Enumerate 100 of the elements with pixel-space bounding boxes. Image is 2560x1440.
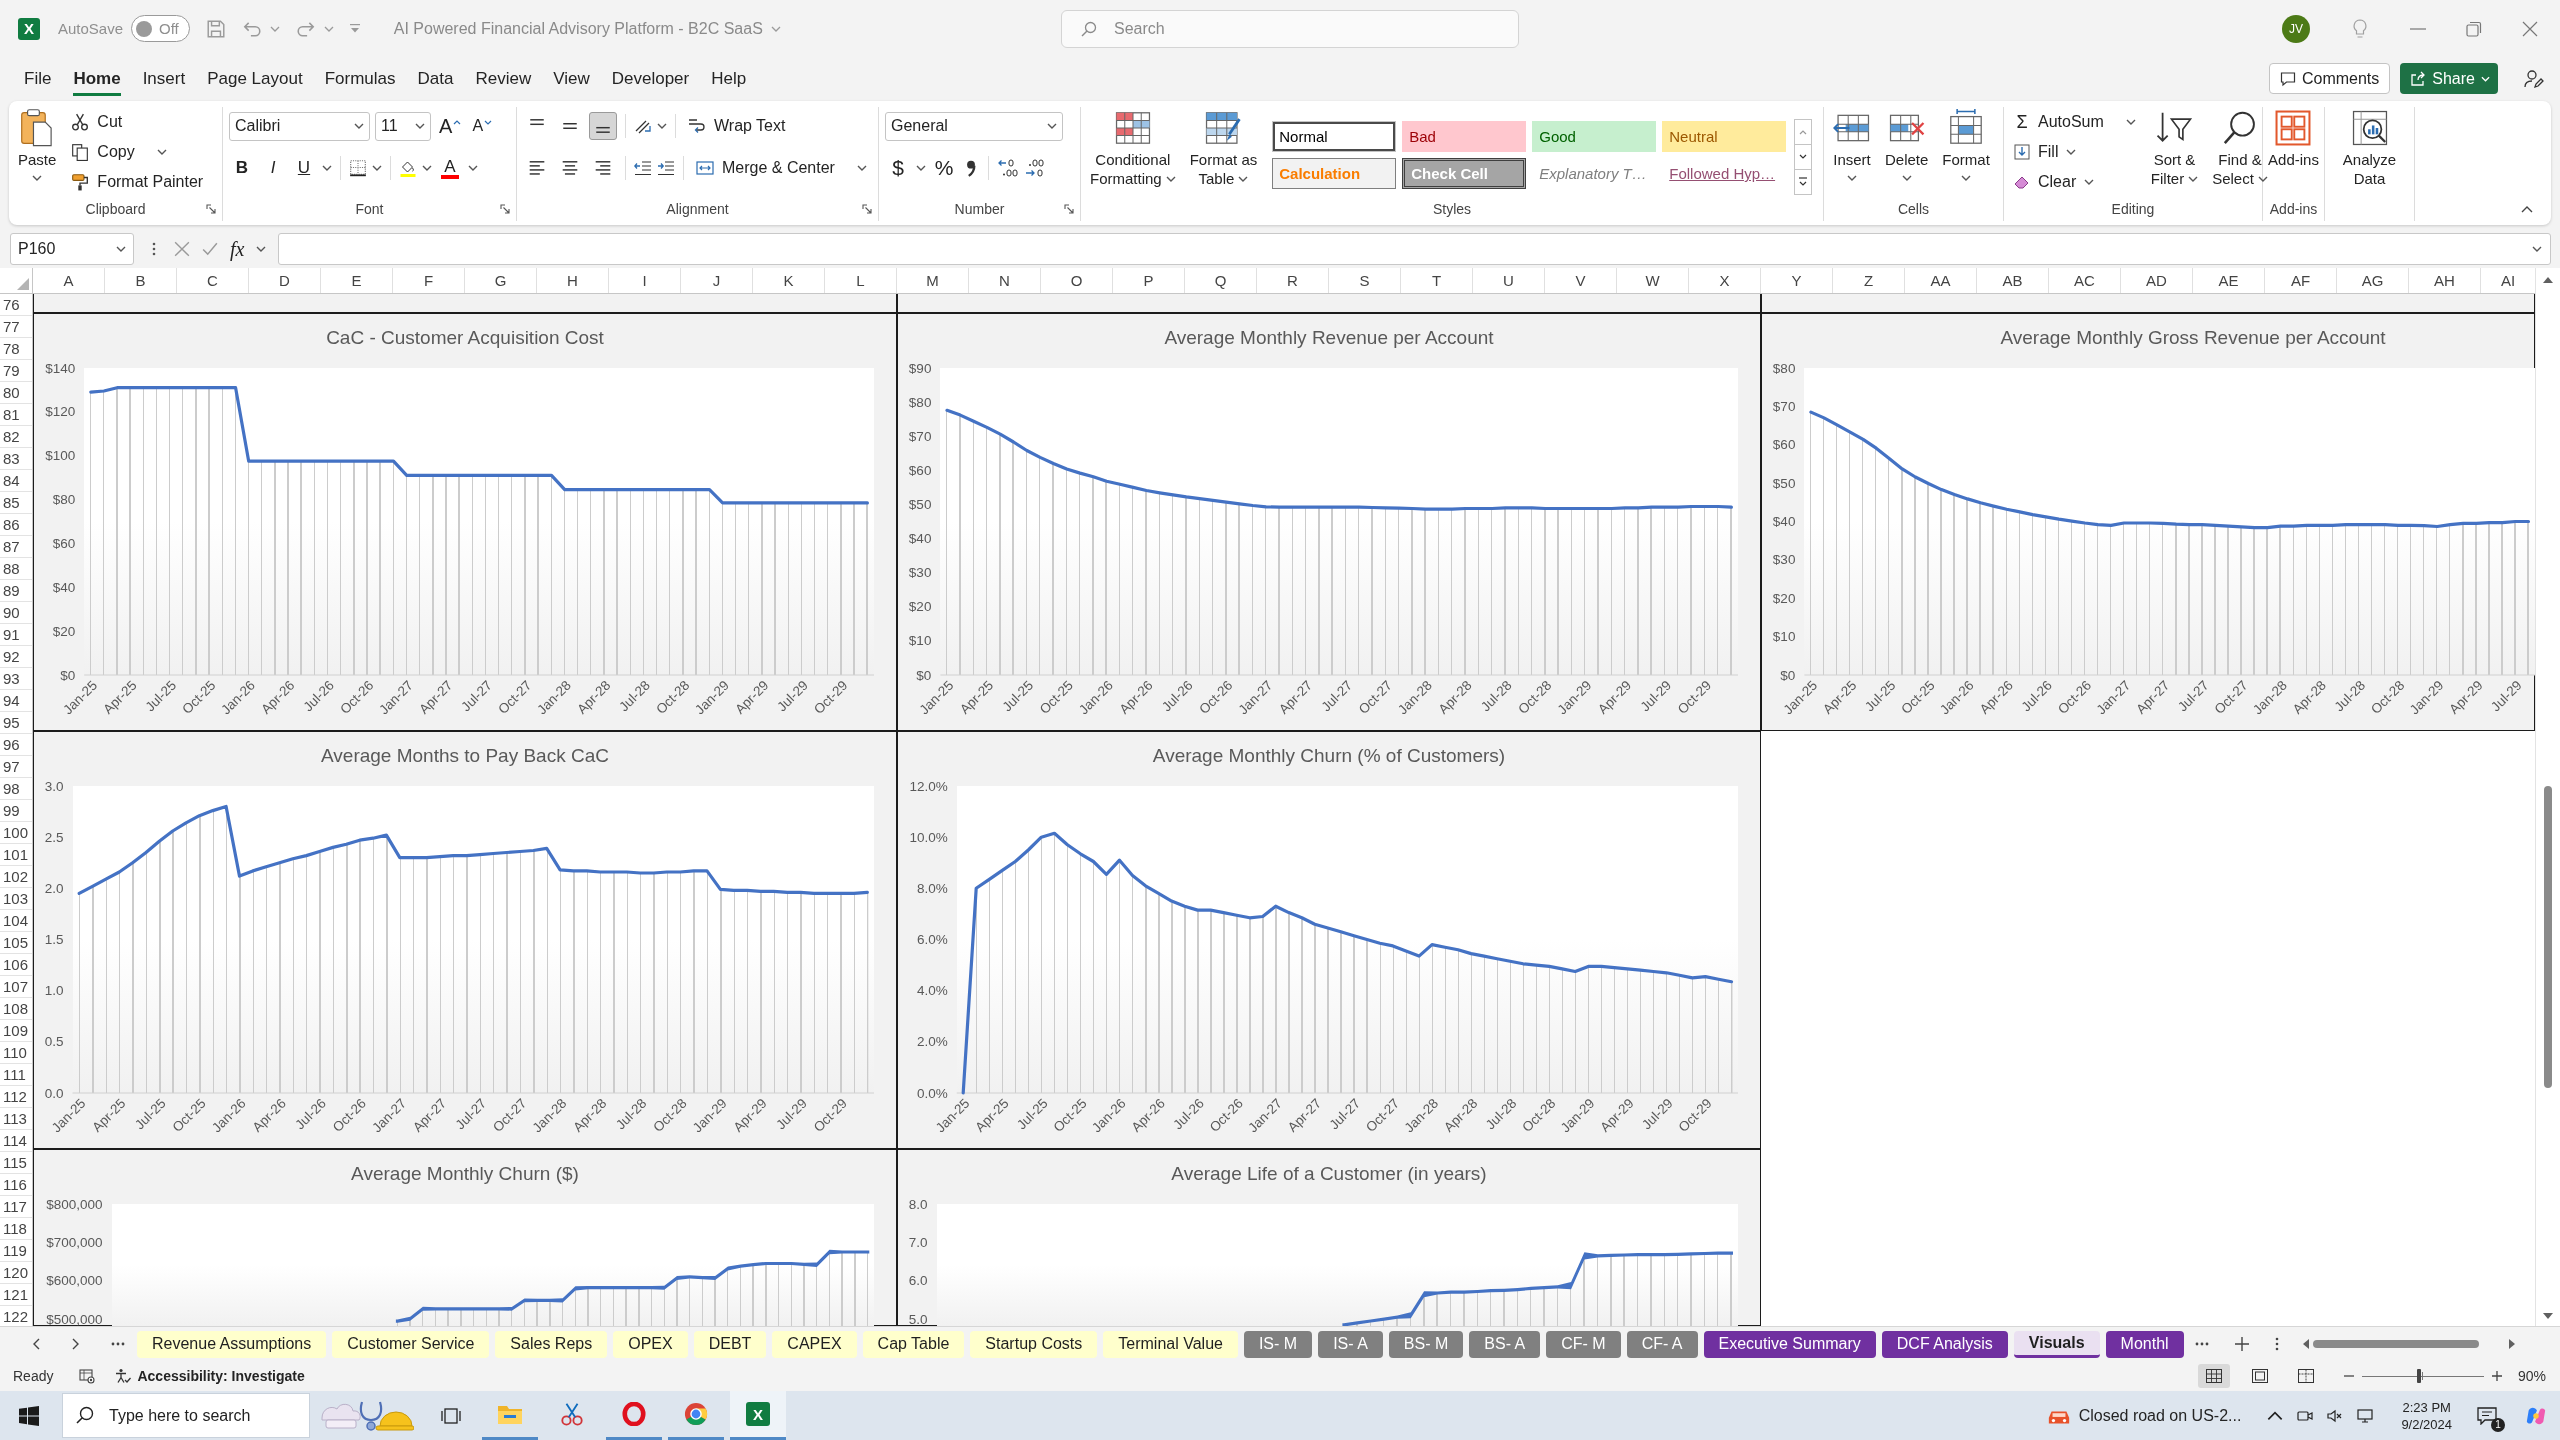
formula-input[interactable] — [278, 233, 2551, 265]
font-size-box[interactable]: 11 — [375, 111, 431, 141]
sheet-tab[interactable]: CAPEX — [772, 1330, 857, 1358]
sheet-tab[interactable]: Startup Costs — [970, 1330, 1098, 1358]
align-bottom-icon[interactable] — [589, 112, 617, 140]
more-sheets-icon[interactable] — [2195, 1342, 2209, 1346]
column-header[interactable]: AE — [2193, 268, 2265, 293]
column-header[interactable]: E — [321, 268, 393, 293]
increase-indent-icon[interactable] — [657, 159, 675, 177]
column-header[interactable]: R — [1257, 268, 1329, 293]
task-view-icon[interactable] — [440, 1406, 462, 1425]
row-header[interactable]: 82 — [0, 426, 32, 448]
row-header[interactable]: 87 — [0, 536, 32, 558]
row-header[interactable]: 115 — [0, 1152, 32, 1174]
dialog-launcher-icon[interactable] — [206, 204, 216, 214]
row-header[interactable]: 89 — [0, 580, 32, 602]
number-format-box[interactable]: General — [885, 111, 1063, 141]
decrease-decimal-icon[interactable] — [1024, 159, 1046, 177]
comments-button[interactable]: Comments — [2268, 63, 2391, 94]
cancel-icon[interactable] — [174, 241, 190, 257]
speaker-muted-icon[interactable] — [2327, 1408, 2344, 1423]
row-header[interactable]: 100 — [0, 822, 32, 844]
close-icon[interactable] — [2522, 20, 2538, 37]
sheet-tab[interactable]: Sales Reps — [495, 1330, 608, 1358]
row-header[interactable]: 77 — [0, 316, 32, 338]
row-header[interactable]: 101 — [0, 844, 32, 866]
row-header[interactable]: 110 — [0, 1042, 32, 1064]
row-header[interactable]: 95 — [0, 712, 32, 734]
copy-button[interactable]: Copy — [67, 137, 208, 167]
row-header[interactable]: 106 — [0, 954, 32, 976]
conditional-formatting-button[interactable]: Conditional Formatting — [1087, 107, 1179, 189]
row-header[interactable]: 111 — [0, 1064, 32, 1086]
menu-tab[interactable]: Help — [700, 59, 758, 98]
column-header[interactable]: T — [1401, 268, 1473, 293]
caret-icon[interactable] — [256, 246, 267, 252]
column-header[interactable]: I — [609, 268, 681, 293]
scroll-left-icon[interactable] — [2303, 1339, 2309, 1349]
column-header[interactable]: AI — [2481, 268, 2535, 293]
save-icon[interactable] — [205, 18, 226, 39]
column-header[interactable]: V — [1545, 268, 1617, 293]
row-header[interactable]: 117 — [0, 1196, 32, 1218]
row-header[interactable]: 109 — [0, 1020, 32, 1042]
menu-tab[interactable]: Formulas — [313, 59, 407, 98]
sheet-tab[interactable]: OPEX — [613, 1330, 688, 1358]
row-header[interactable]: 96 — [0, 734, 32, 756]
sort-filter-button[interactable]: Sort & Filter — [2147, 107, 2202, 189]
menu-tab[interactable]: Review — [464, 59, 543, 98]
macro-record-icon[interactable] — [79, 1368, 96, 1384]
row-header[interactable]: 92 — [0, 646, 32, 668]
caret-icon[interactable] — [657, 123, 667, 129]
menu-tab[interactable]: Data — [406, 59, 465, 98]
column-header[interactable]: AB — [1977, 268, 2049, 293]
zoom-level[interactable]: 90% — [2517, 1368, 2546, 1384]
cell-style-option[interactable]: Neutral — [1662, 121, 1787, 152]
more-styles-icon[interactable] — [1794, 169, 1813, 195]
format-cells-button[interactable]: Format — [1939, 107, 1993, 182]
caret-icon[interactable] — [916, 165, 926, 171]
caret-icon[interactable] — [468, 165, 478, 171]
sheet-tab[interactable]: Executive Summary — [1703, 1330, 1876, 1358]
row-header[interactable]: 81 — [0, 404, 32, 426]
column-header[interactable]: D — [249, 268, 321, 293]
cell-style-option[interactable]: Bad — [1402, 121, 1527, 152]
scroll-down-icon[interactable] — [2543, 1313, 2553, 1319]
taskbar-app-button[interactable]: X — [730, 1391, 786, 1440]
column-header[interactable]: S — [1329, 268, 1401, 293]
news-headline[interactable]: Closed road on US-2... — [2078, 1406, 2242, 1425]
start-icon[interactable] — [19, 1405, 39, 1426]
scrollbar-thumb[interactable] — [2544, 786, 2552, 1088]
dialog-launcher-icon[interactable] — [500, 204, 510, 214]
wrap-text-button[interactable]: Wrap Text — [684, 111, 790, 141]
clear-button[interactable]: Clear — [2010, 167, 2140, 197]
shrink-font-button[interactable]: A — [469, 112, 496, 140]
scroll-up-icon[interactable] — [2543, 277, 2553, 283]
zoom-in-icon[interactable] — [2491, 1371, 2502, 1381]
underline-button[interactable]: U — [291, 154, 317, 182]
share-button[interactable]: Share — [2400, 63, 2498, 94]
expand-formula-bar-icon[interactable] — [2532, 246, 2542, 252]
sheet-tab[interactable]: Cap Table — [862, 1330, 965, 1358]
next-sheet-icon[interactable] — [72, 1338, 79, 1350]
customize-toolbar-icon[interactable] — [349, 24, 360, 33]
row-header[interactable]: 93 — [0, 668, 32, 690]
column-header[interactable]: AC — [2049, 268, 2121, 293]
column-header[interactable]: F — [393, 268, 465, 293]
font-name-box[interactable]: Calibri — [229, 111, 370, 141]
app-logo[interactable]: X — [18, 17, 40, 40]
name-box[interactable]: P160 — [10, 233, 134, 265]
menu-tab[interactable]: File — [13, 59, 63, 98]
column-header[interactable]: K — [753, 268, 825, 293]
decrease-indent-icon[interactable] — [634, 159, 652, 177]
camera-icon[interactable] — [2297, 1408, 2314, 1423]
column-header[interactable]: W — [1617, 268, 1689, 293]
sheet-tab[interactable]: Revenue Assumptions — [137, 1330, 327, 1358]
increase-decimal-icon[interactable] — [997, 159, 1019, 177]
row-header[interactable]: 94 — [0, 690, 32, 712]
row-header[interactable]: 98 — [0, 778, 32, 800]
sheet-tab[interactable]: Terminal Value — [1103, 1330, 1238, 1358]
row-header[interactable]: 78 — [0, 338, 32, 360]
column-header[interactable]: M — [897, 268, 969, 293]
analyze-data-button[interactable]: Analyze Data — [2339, 107, 2400, 189]
scrollbar-thumb[interactable] — [2313, 1340, 2479, 1348]
